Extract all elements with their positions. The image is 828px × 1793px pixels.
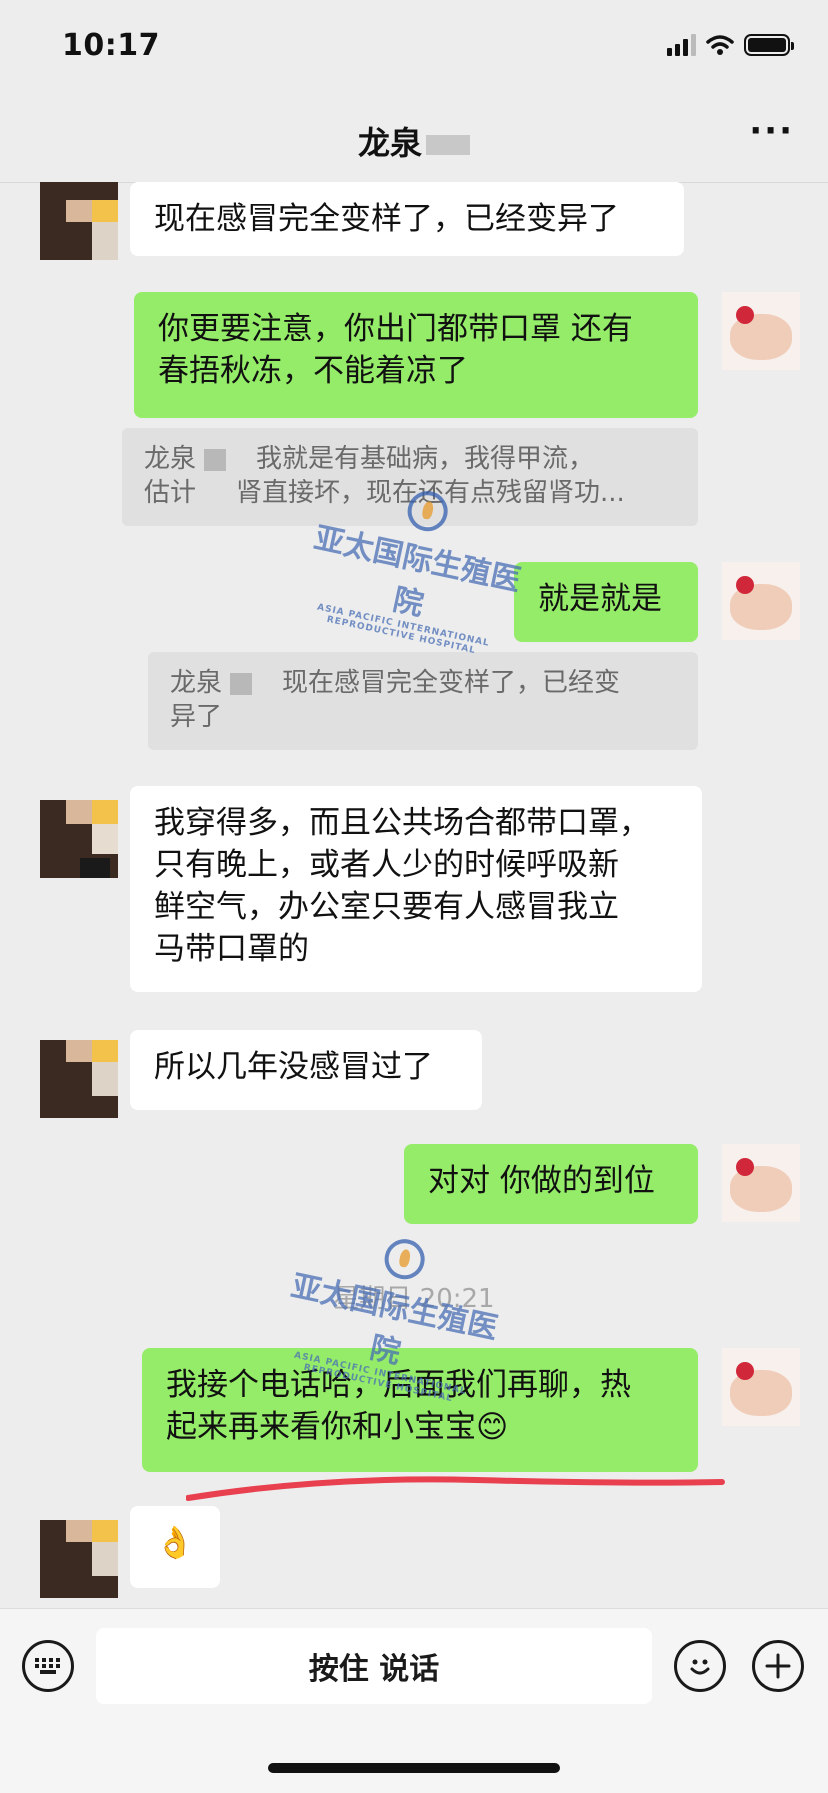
contact-avatar[interactable] [40,800,118,878]
message-line: 起来再来看你和小宝宝😊 [166,1409,509,1445]
self-avatar[interactable] [722,1348,800,1426]
contact-avatar[interactable] [40,182,118,260]
hospital-logo-icon [380,1235,429,1283]
wifi-icon [706,35,734,55]
message-line: 我穿得多，而且公共场合都带口罩， [154,805,650,841]
quote-text: 现在感冒完全变样了，已经变 [282,668,621,698]
blurred-name [426,135,470,155]
quote-text: 估计 [144,478,197,508]
battery-icon [744,34,794,56]
message-line: 你更要注意，你出门都带口罩 还有 [158,311,633,347]
blurred-name [204,448,227,471]
message-line: 马带口罩的 [154,931,309,967]
message-line: 只有晚上，或者人少的时候呼吸新 [154,847,619,883]
more-options-icon[interactable]: ··· [749,114,794,148]
emoji-button[interactable] [674,1640,726,1692]
emoji-icon [690,1659,710,1675]
quote-sender: 龙泉 [144,444,197,474]
self-avatar[interactable] [722,562,800,640]
message-line: 鲜空气，办公室只要有人感冒我立 [154,889,619,925]
red-underline-annotation [186,1476,725,1501]
signal-icon [667,34,696,56]
chat-title: 龙泉 [0,118,828,164]
blurred-name [230,672,253,695]
status-time: 10:17 [62,28,160,63]
message-bubble-self[interactable]: 对对 你做的到位 [404,1144,698,1224]
hospital-logo-icon [403,487,452,535]
message-bubble-self[interactable]: 就是就是 [514,562,698,642]
plus-icon [765,1653,791,1679]
quote-text: 我就是有基础病，我得甲流， [256,444,595,474]
message-bubble[interactable]: 我穿得多，而且公共场合都带口罩， 只有晚上，或者人少的时候呼吸新 鲜空气，办公室… [130,786,702,992]
keyboard-icon [35,1658,60,1674]
quote-sender: 龙泉 [170,668,223,698]
keyboard-toggle-button[interactable] [22,1640,74,1692]
quoted-message[interactable]: 龙泉 现在感冒完全变样了，已经变 异了 [148,652,698,750]
hold-to-talk-button[interactable]: 按住 说话 [96,1628,652,1704]
self-avatar[interactable] [722,1144,800,1222]
message-bubble[interactable]: 所以几年没感冒过了 [130,1030,482,1110]
message-bubble[interactable]: 现在感冒完全变样了，已经变异了 [130,182,684,256]
message-bubble[interactable]: 👌 [130,1506,220,1588]
self-avatar[interactable] [722,292,800,370]
more-functions-button[interactable] [752,1640,804,1692]
status-icons [667,34,794,56]
message-bubble-self[interactable]: 你更要注意，你出门都带口罩 还有 春捂秋冻，不能着凉了 [134,292,698,418]
contact-avatar[interactable] [40,1040,118,1118]
message-line: 春捂秋冻，不能着凉了 [158,353,468,389]
contact-avatar[interactable] [40,1520,118,1598]
home-indicator [268,1763,560,1773]
quote-text: 异了 [170,702,223,732]
